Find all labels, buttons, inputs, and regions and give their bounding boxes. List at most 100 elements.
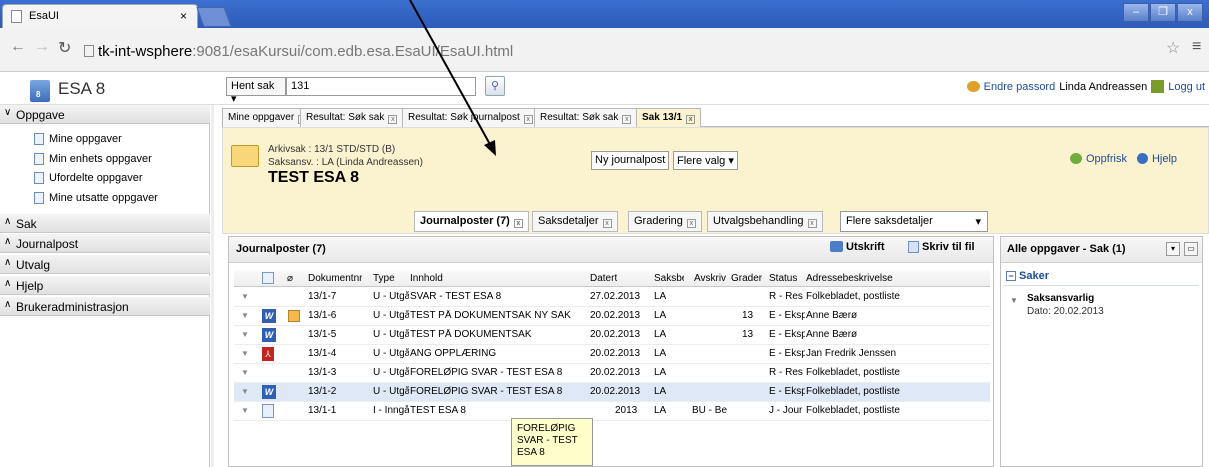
help-link[interactable]: Hjelp	[1152, 153, 1177, 165]
column-status[interactable]: Status	[769, 273, 797, 284]
journal-panel-title: Journalposter (7)	[236, 243, 326, 255]
sidebar-splitter[interactable]	[211, 105, 214, 467]
close-tab-icon[interactable]: ×	[180, 9, 187, 23]
row-expand-icon[interactable]: ▼	[241, 311, 249, 320]
panel-maximize-button[interactable]: ▭	[1184, 242, 1198, 256]
reload-icon[interactable]: ↻	[58, 38, 71, 58]
forward-icon[interactable]: →	[34, 38, 50, 56]
row-expand-icon[interactable]: ▼	[241, 330, 249, 339]
refresh-link[interactable]: Oppfrisk	[1086, 153, 1127, 165]
sidebar-section-sak[interactable]: ∧ Sak	[0, 214, 210, 233]
column-adressebeskrivelse[interactable]: Adressebeskrivelse	[806, 273, 893, 284]
select-value: Flere saksdetaljer	[846, 215, 933, 227]
column-innhold[interactable]: Innhold	[410, 273, 443, 284]
sidebar-item-mine-utsatte-oppgaver[interactable]: Mine utsatte oppgaver	[34, 192, 158, 204]
expand-arrow-icon[interactable]: ▼	[1010, 296, 1018, 305]
minimize-button[interactable]: –	[1123, 3, 1149, 22]
cell-innhold: TEST PÅ DOKUMENTSAK	[410, 329, 532, 340]
sidebar-section-label: Utvalg	[16, 258, 51, 272]
tab-journalposter[interactable]: Journalposter (7) x	[414, 211, 529, 232]
logout-link[interactable]: Logg ut	[1168, 81, 1205, 93]
tab-resultat-sok-sak-2[interactable]: Resultat: Søk sak x	[534, 108, 638, 127]
row-expand-icon[interactable]: ▼	[241, 349, 249, 358]
tooltip: FORELØPIG SVAR - TEST ESA 8	[511, 418, 593, 466]
close-window-button[interactable]: x	[1177, 3, 1203, 22]
url-host: tk-int-wsphere	[98, 43, 193, 60]
tab-label: Resultat: Søk journalpost	[408, 112, 520, 123]
print-button[interactable]: Utskrift	[830, 241, 885, 253]
file-icon	[908, 241, 919, 253]
close-icon[interactable]: x	[388, 115, 398, 124]
close-icon[interactable]: x	[602, 219, 612, 228]
cell-datert: 20.02.2013	[590, 329, 641, 340]
tab-saksdetaljer[interactable]: Saksdetaljer x	[532, 211, 618, 232]
row-expand-icon[interactable]: ▼	[241, 387, 249, 396]
column-avskriving[interactable]: Avskriv	[694, 273, 728, 284]
row-expand-icon[interactable]: ▼	[241, 406, 249, 415]
url-field[interactable]: tk-int-wsphere:9081/esaKursui/com.edb.es…	[80, 38, 1180, 64]
tab-gradering[interactable]: Gradering x	[628, 211, 702, 232]
blank-document-icon[interactable]	[262, 404, 274, 421]
pdf-document-icon[interactable]: ⅄	[262, 347, 274, 361]
row-expand-icon[interactable]: ▼	[241, 368, 249, 377]
key-icon	[966, 81, 980, 92]
maximize-button[interactable]: ❐	[1150, 3, 1176, 22]
new-journalpost-button[interactable]: Ny journalpost	[591, 151, 670, 170]
close-icon[interactable]: x	[622, 115, 632, 124]
column-dokumentnr[interactable]: Dokumentnr	[308, 273, 362, 284]
cell-innhold: FORELØPIG SVAR - TEST ESA 8	[410, 367, 563, 378]
tab-label: Utvalgsbehandling	[713, 215, 804, 227]
case-title: TEST ESA 8	[268, 169, 359, 186]
more-options-button[interactable]: Flere valg ▾	[673, 151, 738, 170]
tab-sak-13-1[interactable]: Sak 13/1 x	[636, 108, 702, 127]
row-expand-icon[interactable]: ▼	[241, 292, 249, 301]
more-case-details-select[interactable]: Flere saksdetaljer ▾	[840, 211, 988, 232]
sidebar-item-min-enhets-oppgaver[interactable]: Min enhets oppgaver	[34, 153, 152, 165]
search-input[interactable]: 131	[286, 77, 476, 96]
sidebar-item-mine-oppgaver[interactable]: Mine oppgaver	[34, 133, 122, 145]
close-icon[interactable]: x	[513, 219, 523, 228]
write-to-file-button[interactable]: Skriv til fil	[908, 241, 975, 253]
close-icon[interactable]: x	[686, 219, 696, 228]
sidebar-section-utvalg[interactable]: ∧ Utvalg	[0, 255, 210, 274]
change-password-link[interactable]: Endre passord	[984, 81, 1056, 93]
sidebar-section-brukeradministrasjon[interactable]: ∧ Brukeradministrasjon	[0, 297, 210, 316]
tab-label: Resultat: Søk sak	[540, 112, 619, 123]
close-icon[interactable]: x	[807, 219, 817, 228]
column-gradering[interactable]: Grader	[731, 273, 764, 284]
tab-resultat-sok-journalpost[interactable]: Resultat: Søk journalpost x	[402, 108, 539, 127]
sidebar-section-oppgave[interactable]: ∨ Oppgave	[0, 105, 210, 124]
column-type[interactable]: Type	[373, 273, 395, 284]
menu-icon[interactable]: ≡	[1192, 38, 1201, 56]
column-datert[interactable]: Datert	[590, 273, 617, 284]
sidebar-item-ufordelte-oppgaver[interactable]: Ufordelte oppgaver	[34, 172, 143, 184]
word-document-icon[interactable]: W	[262, 309, 276, 323]
url-path: :9081/esaKursui/com.edb.esa.EsaUI/EsaUI.…	[192, 43, 514, 60]
word-document-icon[interactable]: W	[262, 328, 276, 342]
close-icon[interactable]: x	[686, 115, 696, 124]
search-icon: ⚲	[490, 80, 500, 92]
column-saksbehandler[interactable]: Saksbe	[654, 273, 684, 284]
saker-group[interactable]: − Saker	[1003, 268, 1199, 286]
search-button[interactable]: ⚲	[485, 76, 505, 96]
task-item-date: Dato: 20.02.2013	[1027, 306, 1104, 317]
sidebar-section-journalpost[interactable]: ∧ Journalpost	[0, 234, 210, 253]
tab-resultat-sok-sak[interactable]: Resultat: Søk sak x	[300, 108, 404, 127]
task-item-title[interactable]: Saksansvarlig	[1027, 293, 1094, 304]
sidebar-section-hjelp[interactable]: ∧ Hjelp	[0, 276, 210, 295]
logout-icon	[1151, 80, 1165, 93]
edit-document-icon[interactable]	[288, 310, 300, 322]
panel-menu-button[interactable]: ▾	[1166, 242, 1180, 256]
search-type-select[interactable]: Hent sak ▾	[226, 77, 286, 105]
browser-tab[interactable]: EsaUI ×	[2, 4, 198, 28]
word-document-icon[interactable]: W	[262, 385, 276, 399]
tab-utvalgsbehandling[interactable]: Utvalgsbehandling x	[707, 211, 823, 232]
back-icon[interactable]: ←	[10, 38, 26, 56]
cell-type: U - Utgå	[373, 310, 409, 321]
cell-saksbehandler: LA	[654, 367, 667, 378]
browser-tab-title: EsaUI	[29, 10, 59, 22]
icon-glyph: W	[262, 385, 276, 399]
document-column-icon	[262, 272, 274, 284]
close-icon[interactable]: x	[523, 115, 533, 124]
cell-type: U - Utgå	[373, 367, 409, 378]
